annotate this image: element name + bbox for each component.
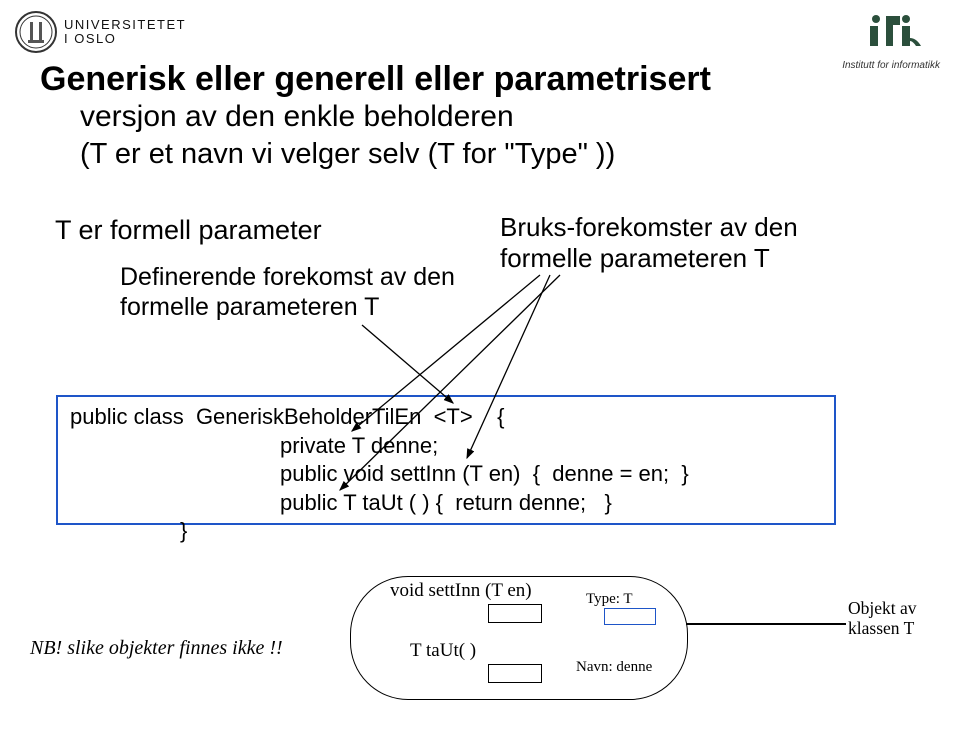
bruks-label: Bruks-forekomster av den formelle parame… <box>500 212 798 274</box>
uio-logo: UNIVERSITETET I OSLO <box>14 10 186 54</box>
uio-line2: I OSLO <box>64 31 116 46</box>
code-line-close: } <box>70 517 822 546</box>
ifi-logo-icon <box>856 12 926 54</box>
nb-note: NB! slike objekter finnes ikke !! <box>30 637 283 660</box>
ifi-logo: Institutt for informatikk <box>842 12 940 71</box>
ifi-caption: Institutt for informatikk <box>842 60 940 71</box>
subtitle: versjon av den enkle beholderen <box>80 100 514 134</box>
code-line-1: public class GeneriskBeholderTilEn <T> { <box>70 403 822 432</box>
code-line-4: public T taUt ( ) { return denne; } <box>70 489 822 518</box>
method-taut: T taUt( ) <box>410 640 476 662</box>
type-box <box>604 608 656 625</box>
uio-seal-icon <box>14 10 58 54</box>
t-formell-label: T er formell parameter <box>55 215 322 246</box>
defining-label: Definerende forekomst av den formelle pa… <box>120 262 455 322</box>
code-box: public class GeneriskBeholderTilEn <T> {… <box>56 395 836 525</box>
navn-label: Navn: denne <box>576 659 652 676</box>
taut-box <box>488 664 542 683</box>
subtitle2: (T er et navn vi velger selv (T for "Typ… <box>80 138 615 171</box>
objekt-label: Objekt av klassen T <box>848 598 917 638</box>
connector-line <box>686 623 846 625</box>
page-title: Generisk eller generell eller parametris… <box>40 60 790 99</box>
type-label: Type: T <box>586 591 633 608</box>
code-line-2: private T denne; <box>70 432 822 461</box>
method-settinn: void settInn (T en) <box>390 580 532 602</box>
uio-text: UNIVERSITETET I OSLO <box>64 18 186 45</box>
settinn-box <box>488 604 542 623</box>
code-line-3: public void settInn (T en) { denne = en;… <box>70 460 822 489</box>
